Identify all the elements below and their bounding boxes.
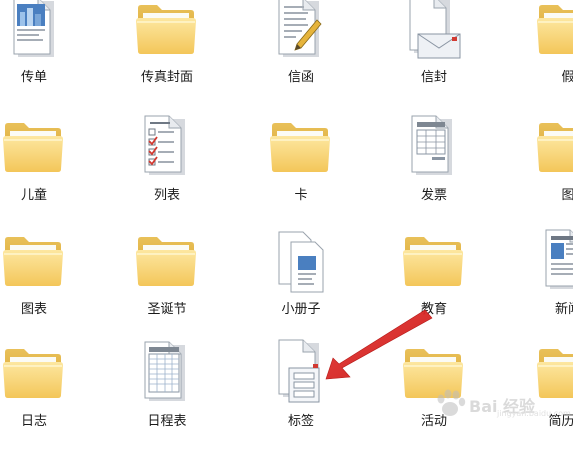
template-label: 信封 — [420, 70, 447, 85]
template-item[interactable]: 小册子 — [234, 226, 368, 338]
template-item[interactable]: 日程表 — [100, 338, 234, 450]
folder-icon — [0, 112, 66, 182]
template-item[interactable]: 传真封面 — [100, 0, 234, 106]
brochure-document-icon — [267, 226, 333, 296]
template-label: 日志 — [20, 414, 47, 429]
template-item[interactable]: 日志 — [0, 338, 101, 450]
invoice-document-icon — [400, 112, 466, 182]
template-label: 新闻 — [554, 302, 573, 317]
template-item[interactable]: 信函 — [234, 0, 368, 106]
template-item[interactable]: 卡 — [234, 112, 368, 224]
template-item[interactable]: 标签 — [234, 338, 368, 450]
watermark: Bai 经验 jingyan.baidu.com — [433, 387, 571, 421]
template-label: 儿童 — [20, 188, 47, 203]
template-label: 图 — [561, 188, 573, 203]
template-label: 日程表 — [147, 414, 187, 429]
template-label: 传真封面 — [140, 70, 193, 85]
template-grid: 传单 传真封面 信函 信封 假 儿童 列表 卡 发票 图 图表 圣诞节 小册子 … — [0, 0, 573, 429]
template-item[interactable]: 假 — [501, 0, 573, 106]
template-label: 小册子 — [281, 302, 321, 317]
folder-icon — [0, 226, 66, 296]
template-item[interactable]: 列表 — [100, 112, 234, 224]
folder-icon — [267, 112, 333, 182]
folder-icon — [534, 112, 573, 182]
template-label: 传单 — [20, 70, 47, 85]
template-item[interactable]: 图表 — [0, 226, 101, 338]
template-item[interactable]: 传单 — [0, 0, 101, 106]
label-document-icon — [267, 338, 333, 408]
template-label: 信函 — [287, 70, 314, 85]
folder-icon — [133, 226, 199, 296]
template-label: 发票 — [420, 188, 447, 203]
template-label: 标签 — [287, 414, 314, 429]
template-label: 假 — [561, 70, 573, 85]
letter-document-icon — [267, 0, 333, 64]
template-item[interactable]: 新闻 — [501, 226, 573, 338]
folder-icon — [400, 226, 466, 296]
template-item[interactable]: 图 — [501, 112, 573, 224]
template-label: 教育 — [420, 302, 447, 317]
template-item[interactable]: 教育 — [367, 226, 501, 338]
folder-icon — [0, 338, 66, 408]
watermark-sub: jingyan.baidu.com — [497, 409, 571, 418]
template-item[interactable]: 发票 — [367, 112, 501, 224]
checklist-document-icon — [133, 112, 199, 182]
schedule-document-icon — [133, 338, 199, 408]
template-label: 列表 — [153, 188, 180, 203]
folder-icon — [534, 0, 573, 64]
template-label: 圣诞节 — [147, 302, 187, 317]
newsletter-document-icon — [534, 226, 573, 296]
folder-icon — [133, 0, 199, 64]
template-item[interactable]: 圣诞节 — [100, 226, 234, 338]
template-item[interactable]: 儿童 — [0, 112, 101, 224]
paw-icon — [437, 389, 466, 416]
flyer-document-icon — [0, 0, 66, 64]
template-label: 图表 — [20, 302, 47, 317]
envelope-document-icon — [400, 0, 466, 64]
template-label: 卡 — [294, 188, 308, 203]
template-item[interactable]: 信封 — [367, 0, 501, 106]
